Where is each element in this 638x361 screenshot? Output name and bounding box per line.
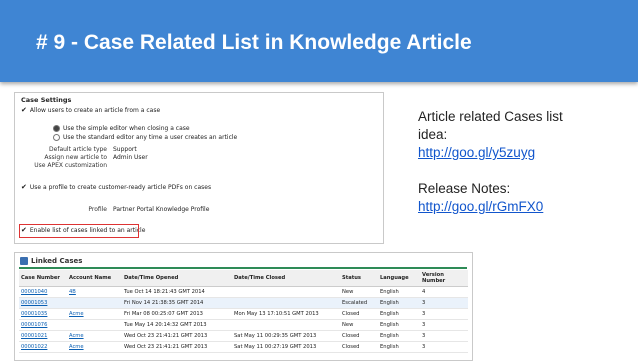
case-number-link[interactable]: 00001022 bbox=[19, 341, 67, 353]
column-header[interactable]: Case Number bbox=[19, 270, 67, 287]
table-header-row: Case Number Account Name Date/Time Opene… bbox=[19, 270, 468, 287]
table-row: 00001022 Acme Wed Oct 23 21:41:21 GMT 20… bbox=[19, 341, 468, 353]
pdf-profile-label: Use a profile to create customer-ready a… bbox=[29, 184, 212, 191]
status: New bbox=[340, 319, 378, 331]
language: English bbox=[378, 297, 420, 309]
account-name-link[interactable] bbox=[67, 297, 122, 309]
default-type-row: Default article type Support bbox=[25, 146, 137, 153]
case-settings-header: Case Settings bbox=[21, 96, 72, 104]
account-name-link[interactable]: 4B bbox=[67, 286, 122, 298]
version-number: 3 bbox=[420, 308, 468, 320]
simple-editor-label: Use the simple editor when closing a cas… bbox=[63, 125, 190, 132]
table-row: 00001035 Acme Fri Mar 08 00:25:07 GMT 20… bbox=[19, 308, 468, 320]
case-number-link[interactable]: 00001035 bbox=[19, 308, 67, 320]
assign-row: Assign new article to Admin User bbox=[25, 154, 148, 161]
column-header[interactable]: Language bbox=[378, 270, 420, 287]
language: English bbox=[378, 286, 420, 298]
standard-editor-label: Use the standard editor any time a user … bbox=[63, 134, 238, 141]
table-row: 00001040 4B Tue Oct 14 18:21:43 GMT 2014… bbox=[19, 286, 468, 298]
date-closed bbox=[232, 319, 340, 331]
release-notes-link[interactable]: http://goo.gl/rGmFX0 bbox=[418, 199, 543, 214]
checkmark-icon: ✔ bbox=[21, 106, 27, 114]
simple-editor-option[interactable]: Use the simple editor when closing a cas… bbox=[53, 125, 190, 132]
table-row: 00001021 Acme Wed Oct 23 21:41:21 GMT 20… bbox=[19, 330, 468, 342]
date-closed: Sat May 11 00:27:19 GMT 2013 bbox=[232, 341, 340, 353]
linked-cases-title-bar: Linked Cases bbox=[19, 256, 467, 269]
linked-cases-table: Case Number Account Name Date/Time Opene… bbox=[19, 270, 468, 353]
profile-row: Profile Partner Portal Knowledge Profile bbox=[25, 206, 209, 213]
idea-line-2: idea: bbox=[418, 127, 448, 142]
apex-row[interactable]: Use APEX customization bbox=[25, 162, 113, 169]
date-opened: Fri Mar 08 00:25:07 GMT 2013 bbox=[122, 308, 232, 320]
date-closed bbox=[232, 286, 340, 298]
default-type-label: Default article type bbox=[49, 146, 107, 153]
radio-selected-icon[interactable] bbox=[53, 125, 60, 132]
status: New bbox=[340, 286, 378, 298]
radio-unselected-icon[interactable] bbox=[53, 134, 60, 141]
table-row: 00001076 Tue May 14 20:14:32 GMT 2013 Ne… bbox=[19, 319, 468, 331]
column-header[interactable]: Version Number bbox=[420, 270, 468, 287]
idea-link[interactable]: http://goo.gl/y5zuyg bbox=[418, 145, 535, 160]
date-closed bbox=[232, 297, 340, 309]
date-opened: Wed Oct 23 21:41:21 GMT 2013 bbox=[122, 341, 232, 353]
column-header[interactable]: Status bbox=[340, 270, 378, 287]
column-header[interactable]: Account Name bbox=[67, 270, 122, 287]
linked-cases-title: Linked Cases bbox=[31, 257, 83, 265]
version-number: 3 bbox=[420, 297, 468, 309]
info-text: Article related Cases list idea: http://… bbox=[418, 108, 628, 216]
linked-cases-panel: Linked Cases Case Number Account Name Da… bbox=[14, 252, 473, 361]
idea-line-1: Article related Cases list bbox=[418, 109, 563, 124]
account-name-link[interactable]: Acme bbox=[67, 330, 122, 342]
profile-label: Profile bbox=[88, 206, 107, 213]
case-settings-panel: Case Settings ✔ Allow users to create an … bbox=[14, 92, 384, 244]
allow-create-row: ✔ Allow users to create an article from a… bbox=[21, 106, 160, 114]
status: Escalated bbox=[340, 297, 378, 309]
case-number-link[interactable]: 00001021 bbox=[19, 330, 67, 342]
language: English bbox=[378, 308, 420, 320]
assign-value: Admin User bbox=[113, 154, 148, 161]
date-opened: Wed Oct 23 21:41:21 GMT 2013 bbox=[122, 330, 232, 342]
standard-editor-option[interactable]: Use the standard editor any time a user … bbox=[53, 134, 237, 141]
table-row: 00001053 Fri Nov 14 21:38:35 GMT 2014 Es… bbox=[19, 297, 468, 309]
account-name-link[interactable]: Acme bbox=[67, 341, 122, 353]
language: English bbox=[378, 330, 420, 342]
assign-label: Assign new article to bbox=[44, 154, 107, 161]
pdf-profile-row: ✔ Use a profile to create customer-ready … bbox=[21, 183, 211, 191]
release-notes-label: Release Notes: bbox=[418, 181, 511, 196]
case-number-link[interactable]: 00001053 bbox=[19, 297, 67, 309]
case-number-link[interactable]: 00001076 bbox=[19, 319, 67, 331]
date-closed: Mon May 13 17:10:51 GMT 2013 bbox=[232, 308, 340, 320]
version-number: 3 bbox=[420, 330, 468, 342]
highlight-box bbox=[19, 224, 139, 238]
status: Closed bbox=[340, 308, 378, 320]
column-header[interactable]: Date/Time Opened bbox=[122, 270, 232, 287]
column-header[interactable]: Date/Time Closed bbox=[232, 270, 340, 287]
language: English bbox=[378, 341, 420, 353]
date-closed: Sat May 11 00:29:35 GMT 2013 bbox=[232, 330, 340, 342]
apex-link[interactable]: Use APEX customization bbox=[25, 162, 107, 169]
default-type-value: Support bbox=[113, 146, 137, 153]
date-opened: Fri Nov 14 21:38:35 GMT 2014 bbox=[122, 297, 232, 309]
account-name-link[interactable] bbox=[67, 319, 122, 331]
checkmark-icon: ✔ bbox=[21, 183, 27, 191]
case-number-link[interactable]: 00001040 bbox=[19, 286, 67, 298]
date-opened: Tue May 14 20:14:32 GMT 2013 bbox=[122, 319, 232, 331]
version-number: 3 bbox=[420, 319, 468, 331]
profile-value: Partner Portal Knowledge Profile bbox=[113, 206, 210, 213]
date-opened: Tue Oct 14 18:21:43 GMT 2014 bbox=[122, 286, 232, 298]
status: Closed bbox=[340, 341, 378, 353]
title-banner: # 9 - Case Related List in Knowledge Art… bbox=[0, 0, 638, 82]
account-name-link[interactable]: Acme bbox=[67, 308, 122, 320]
language: English bbox=[378, 319, 420, 331]
version-number: 4 bbox=[420, 286, 468, 298]
slide-title: # 9 - Case Related List in Knowledge Art… bbox=[36, 31, 472, 54]
allow-create-label: Allow users to create an article from a … bbox=[29, 107, 161, 114]
cases-icon bbox=[20, 257, 28, 265]
version-number: 3 bbox=[420, 341, 468, 353]
status: Closed bbox=[340, 330, 378, 342]
